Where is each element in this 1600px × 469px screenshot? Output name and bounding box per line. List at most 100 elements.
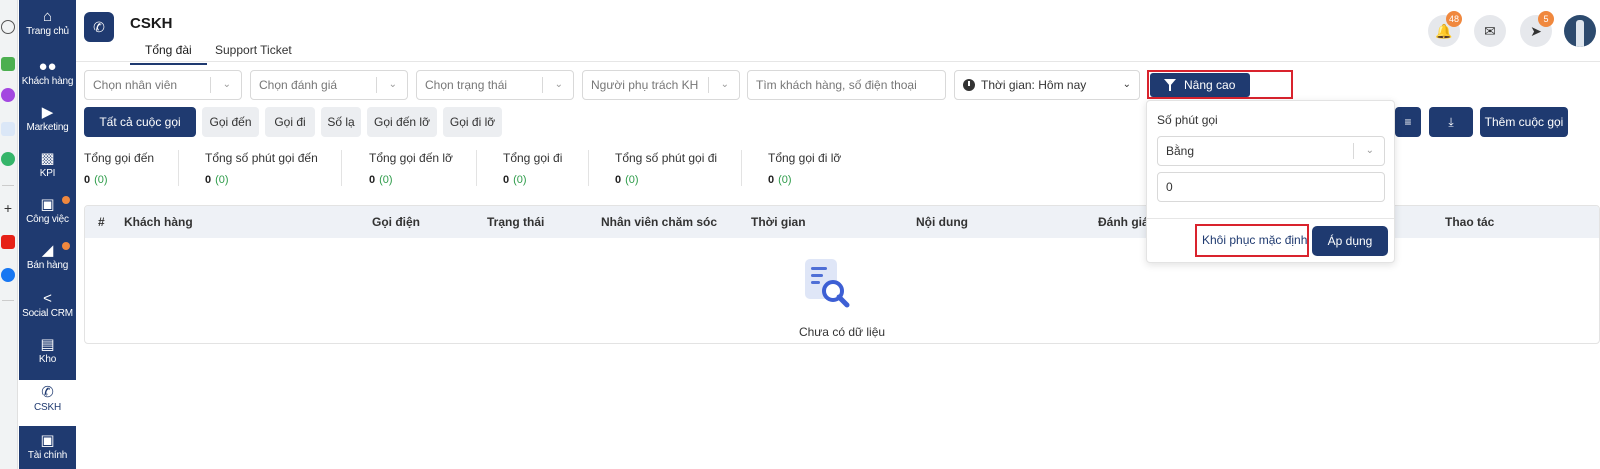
facebook-icon[interactable] bbox=[1, 268, 15, 282]
column-status[interactable]: Trạng thái bbox=[487, 215, 544, 229]
stat-sub-value: (0) bbox=[513, 174, 527, 186]
stat-label: Tổng gọi đi bbox=[503, 151, 563, 165]
stat-label: Tổng gọi đến bbox=[84, 151, 155, 165]
history-icon[interactable] bbox=[1, 20, 15, 34]
call-type-unknown[interactable]: Số lạ bbox=[321, 107, 361, 137]
stat-label: Tổng gọi đến lỡ bbox=[369, 151, 453, 165]
nav-label: Marketing bbox=[26, 122, 69, 133]
nav-item-tasks[interactable]: ▣ Công việc bbox=[19, 196, 76, 240]
download-button[interactable]: ⤓ bbox=[1429, 107, 1473, 137]
stat-outgoing-missed: Tổng gọi đi lỡ 0 (0) bbox=[768, 151, 841, 186]
nav-item-finance[interactable]: ▣ Tài chính bbox=[19, 430, 76, 469]
chevron-down-icon: ⌄ bbox=[720, 79, 729, 90]
call-minutes-label: Số phút gọi bbox=[1157, 113, 1218, 127]
zalo-icon[interactable] bbox=[1, 122, 15, 136]
chevron-down-icon: ⌄ bbox=[222, 79, 231, 90]
column-actions: Thao tác bbox=[1445, 215, 1495, 229]
nav-item-home[interactable]: ⌂ Trang chủ bbox=[19, 8, 76, 52]
highlight-box bbox=[1147, 70, 1293, 99]
tab-switchboard[interactable]: Tổng đài bbox=[130, 43, 207, 65]
column-staff[interactable]: Nhân viên chăm sóc bbox=[601, 215, 717, 229]
app-shortcut-icon[interactable] bbox=[1, 57, 15, 71]
minutes-input[interactable]: 0 bbox=[1157, 172, 1385, 202]
add-call-button[interactable]: Thêm cuộc gọi bbox=[1480, 107, 1568, 137]
column-customer[interactable]: Khách hàng bbox=[124, 215, 193, 229]
call-type-missed-outgoing[interactable]: Gọi đi lỡ bbox=[443, 107, 502, 137]
wallet-icon: ▣ bbox=[40, 432, 55, 449]
stat-value: 0 bbox=[369, 174, 376, 186]
time-select[interactable]: Thời gian: Hôm nay ⌄ bbox=[954, 70, 1140, 100]
stat-label: Tổng số phút gọi đi bbox=[615, 151, 718, 165]
rocket-button[interactable]: ➤ 5 bbox=[1520, 11, 1554, 47]
column-phone[interactable]: Gọi điện bbox=[372, 215, 420, 229]
stat-value: 0 bbox=[768, 174, 775, 186]
call-type-all[interactable]: Tất cả cuộc gọi bbox=[84, 107, 196, 137]
call-type-outgoing[interactable]: Gọi đi bbox=[265, 107, 315, 137]
nav-label: KPI bbox=[39, 168, 56, 179]
notification-dot bbox=[62, 242, 70, 250]
nav-label: Công việc bbox=[26, 214, 69, 225]
operator-value: Bằng bbox=[1166, 144, 1195, 158]
minutes-value: 0 bbox=[1166, 180, 1173, 194]
nav-label: Tài chính bbox=[27, 450, 68, 461]
rating-select[interactable]: Chọn đánh giá ⌄ bbox=[250, 70, 408, 100]
chevron-down-icon: ⌄ bbox=[554, 79, 563, 90]
stat-outgoing-total: Tổng gọi đi 0 (0) bbox=[503, 151, 562, 186]
nav-item-customers[interactable]: ●● Khách hàng bbox=[19, 58, 76, 102]
call-type-incoming[interactable]: Gọi đến bbox=[202, 107, 259, 137]
empty-search-icon bbox=[805, 259, 850, 308]
stat-label: Tổng gọi đi lỡ bbox=[768, 151, 842, 165]
stat-value: 0 bbox=[84, 174, 91, 186]
page-header: ✆ CSKH Tổng đài Support Ticket 🔔 48 ✉ ➤ … bbox=[76, 0, 1600, 65]
nav-item-cskh[interactable]: ✆ CSKH bbox=[19, 380, 76, 426]
phone-icon: ✆ bbox=[41, 384, 54, 401]
owner-select[interactable]: Người phụ trách KH ⌄ bbox=[582, 70, 740, 100]
nav-item-social-crm[interactable]: < Social CRM bbox=[19, 290, 76, 334]
notifications-badge: 48 bbox=[1445, 11, 1462, 27]
add-icon[interactable]: + bbox=[1, 201, 15, 215]
employee-select[interactable]: Chọn nhân viên ⌄ bbox=[84, 70, 242, 100]
call-type-missed-incoming[interactable]: Gọi đến lỡ bbox=[367, 107, 437, 137]
messenger-icon[interactable] bbox=[1, 88, 15, 102]
column-content[interactable]: Nội dung bbox=[916, 215, 968, 229]
download-icon: ⤓ bbox=[1448, 115, 1454, 129]
stat-sub-value: (0) bbox=[625, 174, 639, 186]
status-select-placeholder: Chọn trạng thái bbox=[425, 78, 508, 92]
stat-sub-value: (0) bbox=[778, 174, 792, 186]
columns-button[interactable]: ≡ bbox=[1395, 107, 1421, 137]
avatar[interactable] bbox=[1564, 15, 1596, 47]
column-rating[interactable]: Đánh giá bbox=[1098, 215, 1149, 229]
notification-dot bbox=[62, 196, 70, 204]
nav-item-warehouse[interactable]: ▤ Kho bbox=[19, 336, 76, 380]
rating-select-placeholder: Chọn đánh giá bbox=[259, 78, 338, 92]
column-time[interactable]: Thời gian bbox=[751, 215, 806, 229]
messages-button[interactable]: ✉ bbox=[1474, 15, 1506, 47]
youtube-icon[interactable] bbox=[1, 235, 15, 249]
whatsapp-icon[interactable] bbox=[1, 152, 15, 166]
tab-support-ticket[interactable]: Support Ticket bbox=[215, 43, 292, 63]
employee-select-placeholder: Chọn nhân viên bbox=[93, 78, 178, 92]
owner-select-placeholder: Người phụ trách KH bbox=[591, 78, 699, 92]
rocket-badge: 5 bbox=[1538, 11, 1554, 27]
chevron-down-icon: ⌄ bbox=[388, 79, 397, 90]
search-input[interactable]: Tìm khách hàng, số điện thoại bbox=[747, 70, 946, 100]
warehouse-icon: ▤ bbox=[40, 336, 55, 353]
stat-value: 0 bbox=[205, 174, 212, 186]
stat-incoming-total: Tổng gọi đến 0 (0) bbox=[84, 151, 154, 186]
browser-sidebar: + bbox=[0, 0, 18, 469]
nav-label: Trang chủ bbox=[26, 26, 69, 37]
clock-icon bbox=[963, 79, 975, 91]
nav-item-kpi[interactable]: ▩ KPI bbox=[19, 150, 76, 194]
stat-outgoing-minutes: Tổng số phút gọi đi 0 (0) bbox=[615, 151, 717, 186]
stat-incoming-missed: Tổng gọi đến lỡ 0 (0) bbox=[369, 151, 453, 186]
rocket-icon: ➤ bbox=[1530, 23, 1542, 39]
apply-button[interactable]: Áp dụng bbox=[1312, 226, 1388, 256]
operator-select[interactable]: Bằng ⌄ bbox=[1157, 136, 1385, 166]
status-select[interactable]: Chọn trạng thái ⌄ bbox=[416, 70, 574, 100]
nav-item-sales[interactable]: ◢ Bán hàng bbox=[19, 242, 76, 286]
notifications-button[interactable]: 🔔 48 bbox=[1428, 11, 1462, 47]
column-index: # bbox=[98, 215, 105, 229]
nav-item-marketing[interactable]: ▶ Marketing bbox=[19, 104, 76, 148]
megaphone-icon: ▶ bbox=[41, 104, 54, 121]
home-icon: ⌂ bbox=[42, 8, 53, 25]
